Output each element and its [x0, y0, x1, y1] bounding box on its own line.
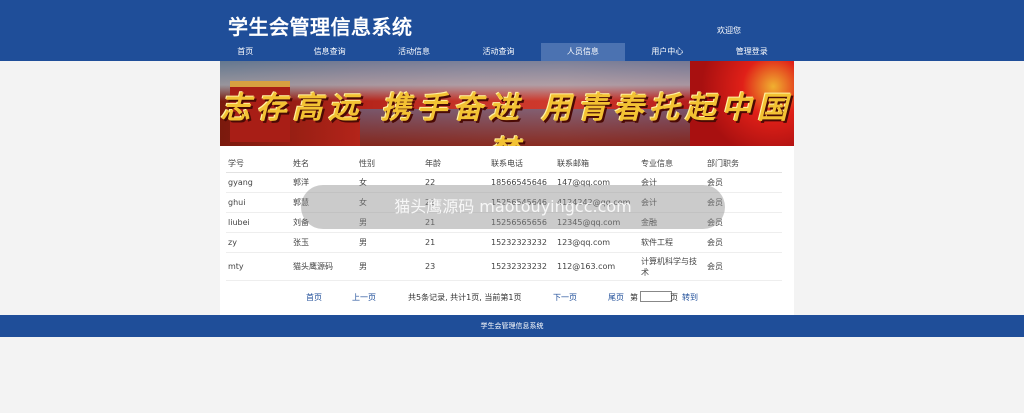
column-header: 专业信息: [639, 154, 705, 173]
cell-role: 会员: [705, 232, 782, 253]
cell-role: 会员: [705, 192, 782, 213]
nav-item-info-query[interactable]: 信息查询: [287, 43, 371, 61]
pagination-summary: 共5条记录, 共计1页, 当前第1页: [408, 293, 522, 302]
column-header: 联系电话: [489, 154, 555, 173]
page-number-input[interactable]: [640, 291, 672, 302]
column-header: 姓名: [291, 154, 357, 173]
cell-role: 会员: [705, 252, 782, 281]
last-page-link[interactable]: 尾页: [608, 292, 624, 303]
cell-major: 计算机科学与技术: [639, 252, 705, 281]
cell-id: mty: [226, 252, 291, 281]
banner-slogan: 志存高远 携手奋进 用青春托起中国梦: [220, 91, 794, 146]
column-header: 部门职务: [705, 154, 782, 173]
cell-age: 21: [423, 232, 489, 253]
column-header: 年龄: [423, 154, 489, 173]
prev-page-link[interactable]: 上一页: [352, 292, 376, 303]
cell-phone: 15256545646: [489, 192, 555, 213]
nav-item-activity-query[interactable]: 活动查询: [456, 43, 540, 61]
cell-age: 21: [423, 192, 489, 213]
cell-gender: 女: [357, 192, 423, 213]
main-nav: 首页 信息查询 活动信息 活动查询 人员信息 用户中心 管理登录: [203, 43, 794, 61]
cell-name: 郭洋: [291, 172, 357, 193]
nav-item-admin-login[interactable]: 管理登录: [710, 43, 794, 61]
goto-button[interactable]: 转到: [682, 292, 698, 303]
cell-gender: 男: [357, 252, 423, 281]
goto-suffix: 页: [670, 293, 678, 302]
nav-item-home[interactable]: 首页: [203, 43, 287, 61]
pagination: 首页 上一页 共5条记录, 共计1页, 当前第1页 下一页 尾页 第 页 转到: [220, 291, 794, 305]
cell-age: 23: [423, 252, 489, 281]
cell-name: 猫头鹰源码: [291, 252, 357, 281]
cell-major: 金融: [639, 212, 705, 233]
top-header: 学生会管理信息系统 欢迎您 首页 信息查询 活动信息 活动查询 人员信息 用户中…: [0, 0, 1024, 61]
cell-phone: 15256565656: [489, 212, 555, 233]
table-header-row: 学号 姓名 性别 年龄 联系电话 联系邮箱 专业信息 部门职务: [226, 154, 782, 173]
cell-gender: 女: [357, 172, 423, 193]
column-header: 联系邮箱: [555, 154, 639, 173]
cell-email: 147@qq.com: [555, 172, 639, 193]
table-row: zy 张玉 男 21 15232323232 123@qq.com 软件工程 会…: [226, 232, 782, 253]
main-content: 志存高远 携手奋进 用青春托起中国梦 学号 姓名 性别 年龄 联系电话 联系邮箱…: [220, 61, 794, 315]
table-row: ghui 郭慧 女 21 15256545646 4124242@qq.com …: [226, 192, 782, 213]
cell-gender: 男: [357, 232, 423, 253]
cell-gender: 男: [357, 212, 423, 233]
next-page-link[interactable]: 下一页: [553, 292, 577, 303]
welcome-text: 欢迎您: [717, 26, 741, 35]
nav-item-activity-info[interactable]: 活动信息: [372, 43, 456, 61]
cell-id: ghui: [226, 192, 291, 213]
banner-image: 志存高远 携手奋进 用青春托起中国梦: [220, 61, 794, 146]
cell-id: gyang: [226, 172, 291, 193]
cell-major: 软件工程: [639, 232, 705, 253]
cell-name: 郭慧: [291, 192, 357, 213]
table-row: gyang 郭洋 女 22 18566545646 147@qq.com 会计 …: [226, 172, 782, 193]
table-row: liubei 刘备 男 21 15256565656 12345@qq.com …: [226, 212, 782, 233]
cell-major: 会计: [639, 172, 705, 193]
cell-phone: 15232323232: [489, 232, 555, 253]
nav-item-member-info[interactable]: 人员信息: [540, 43, 626, 61]
cell-email: 12345@qq.com: [555, 212, 639, 233]
cell-age: 22: [423, 172, 489, 193]
cell-email: 4124242@qq.com: [555, 192, 639, 213]
cell-major: 会计: [639, 192, 705, 213]
cell-phone: 18566545646: [489, 172, 555, 193]
column-header: 性别: [357, 154, 423, 173]
cell-phone: 15232323232: [489, 252, 555, 281]
footer: 学生会管理信息系统: [0, 315, 1024, 337]
goto-prefix: 第: [630, 293, 638, 302]
cell-id: zy: [226, 232, 291, 253]
cell-age: 21: [423, 212, 489, 233]
cell-email: 123@qq.com: [555, 232, 639, 253]
column-header: 学号: [226, 154, 291, 173]
cell-role: 会员: [705, 212, 782, 233]
first-page-link[interactable]: 首页: [306, 292, 322, 303]
member-table: 学号 姓名 性别 年龄 联系电话 联系邮箱 专业信息 部门职务 gyang 郭洋…: [226, 154, 782, 281]
cell-email: 112@163.com: [555, 252, 639, 281]
site-title: 学生会管理信息系统: [228, 15, 413, 39]
nav-item-user-center[interactable]: 用户中心: [625, 43, 709, 61]
cell-name: 刘备: [291, 212, 357, 233]
table-row: mty 猫头鹰源码 男 23 15232323232 112@163.com 计…: [226, 252, 782, 281]
cell-id: liubei: [226, 212, 291, 233]
cell-name: 张玉: [291, 232, 357, 253]
cell-role: 会员: [705, 172, 782, 193]
